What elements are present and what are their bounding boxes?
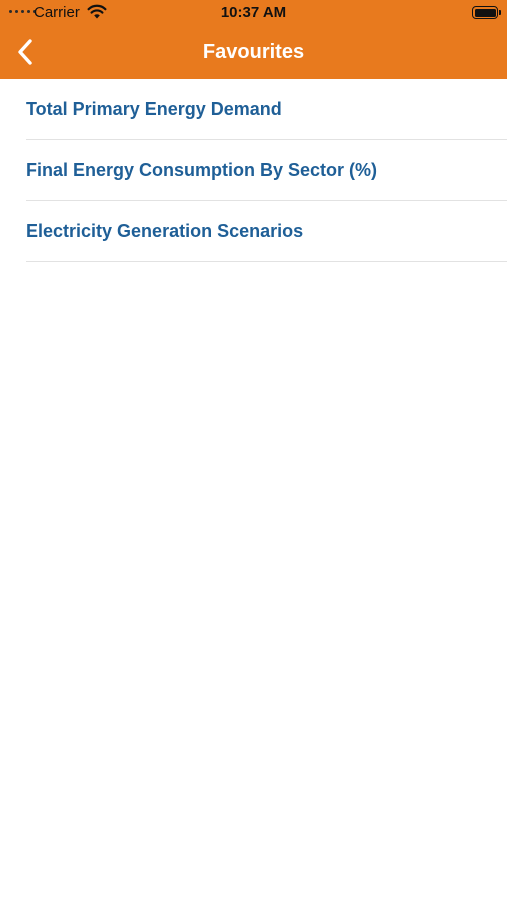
favourite-item-final-energy-consumption[interactable]: Final Energy Consumption By Sector (%) — [26, 140, 507, 201]
list-item-label: Electricity Generation Scenarios — [26, 220, 304, 241]
favourites-list: Total Primary Energy Demand Final Energy… — [0, 79, 507, 262]
navigation-header: Carrier 10:37 AM Favourites — [0, 0, 507, 79]
favourite-item-total-primary-energy-demand[interactable]: Total Primary Energy Demand — [26, 79, 507, 140]
status-time: 10:37 AM — [220, 4, 287, 21]
battery-fill — [474, 8, 496, 17]
list-item-label: Total Primary Energy Demand — [26, 98, 282, 119]
favourite-item-electricity-generation[interactable]: Electricity Generation Scenarios — [26, 201, 507, 262]
status-bar: Carrier 10:37 AM — [0, 0, 507, 26]
list-item-label: Final Energy Consumption By Sector (%) — [26, 159, 378, 180]
battery-icon — [472, 6, 501, 19]
page-title: Favourites — [202, 41, 305, 63]
